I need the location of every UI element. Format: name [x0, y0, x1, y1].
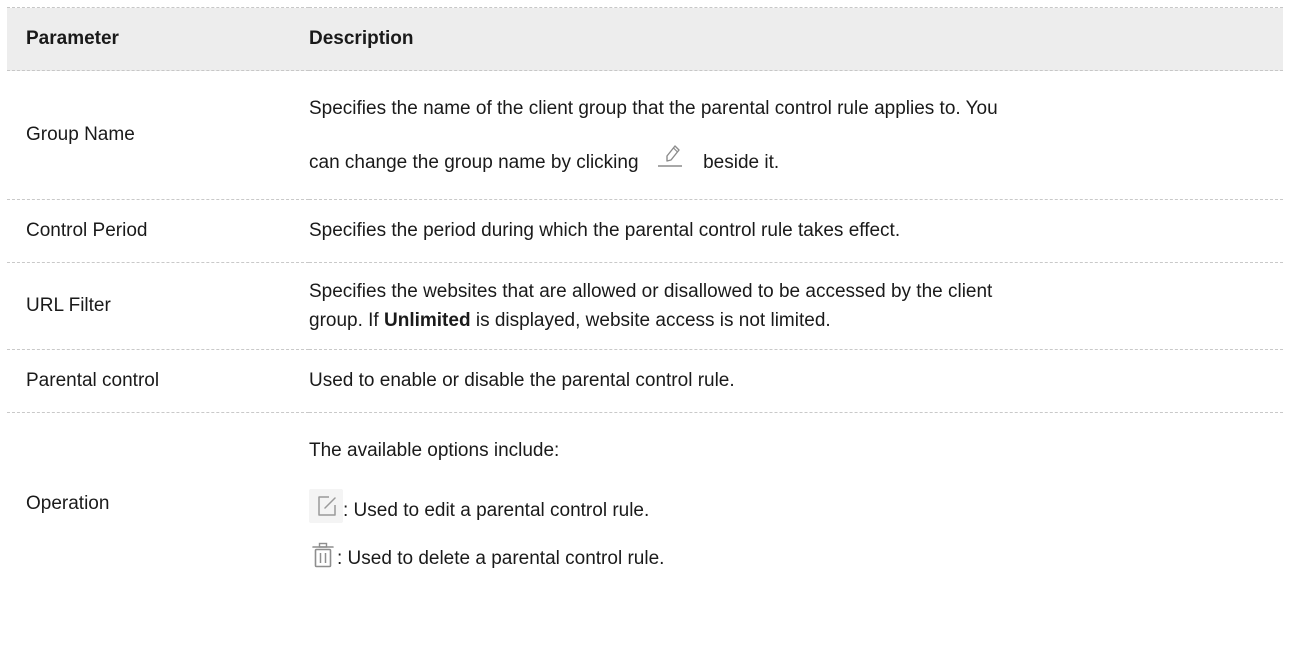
table-row-url-filter: URL Filter Specifies the websites that a… [7, 263, 1283, 350]
desc-group-name-line1: Specifies the name of the client group t… [309, 97, 998, 119]
desc-url-filter-bold: Unlimited [384, 310, 471, 331]
table-row-operation: Operation The available options include:… [7, 413, 1283, 596]
desc-control-period: Specifies the period during which the pa… [309, 220, 901, 241]
table-row-group-name: Group Name Specifies the name of the cli… [7, 71, 1283, 200]
edit-icon [309, 489, 343, 523]
desc-group-name-line2-before: can change the group name by clicking [309, 151, 639, 173]
desc-group-name-line2-after: beside it. [703, 151, 780, 173]
param-operation: Operation [26, 493, 110, 514]
desc-parental-control: Used to enable or disable the parental c… [309, 370, 735, 391]
desc-url-filter-line1: Specifies the websites that are allowed … [309, 281, 993, 302]
trash-icon [309, 541, 337, 571]
desc-operation: The available options include: : Used to… [309, 413, 1283, 596]
table-row-parental-control: Parental control Used to enable or disab… [7, 350, 1283, 413]
desc-url-filter-line2-before: group. If [309, 310, 379, 331]
operation-edit-text: : Used to edit a parental control rule. [343, 500, 650, 521]
desc-url-filter-line2: group. If Unlimited is displayed, websit… [309, 306, 1275, 335]
operation-edit-item: : Used to edit a parental control rule. [309, 489, 1275, 523]
header-parameter: Parameter [26, 28, 119, 49]
header-description: Description [309, 28, 414, 49]
table-header-row: Parameter Description [7, 7, 1283, 71]
param-group-name: Group Name [26, 124, 135, 145]
param-parental-control: Parental control [26, 370, 160, 391]
parameter-table: Parameter Description Group Name Specifi… [7, 7, 1283, 595]
operation-delete-text: : Used to delete a parental control rule… [337, 548, 665, 569]
param-url-filter: URL Filter [26, 295, 111, 316]
desc-group-name: Specifies the name of the client group t… [309, 71, 1283, 200]
desc-url-filter-line2-after: is displayed, website access is not limi… [475, 310, 831, 331]
table-row-control-period: Control Period Specifies the period duri… [7, 200, 1283, 263]
desc-group-name-line2: can change the group name by clicking be… [309, 142, 1275, 177]
param-control-period: Control Period [26, 220, 148, 241]
pencil-icon [648, 142, 692, 172]
operation-delete-item: : Used to delete a parental control rule… [309, 541, 1275, 571]
desc-url-filter: Specifies the websites that are allowed … [309, 263, 1283, 350]
desc-operation-intro: The available options include: [309, 440, 560, 461]
